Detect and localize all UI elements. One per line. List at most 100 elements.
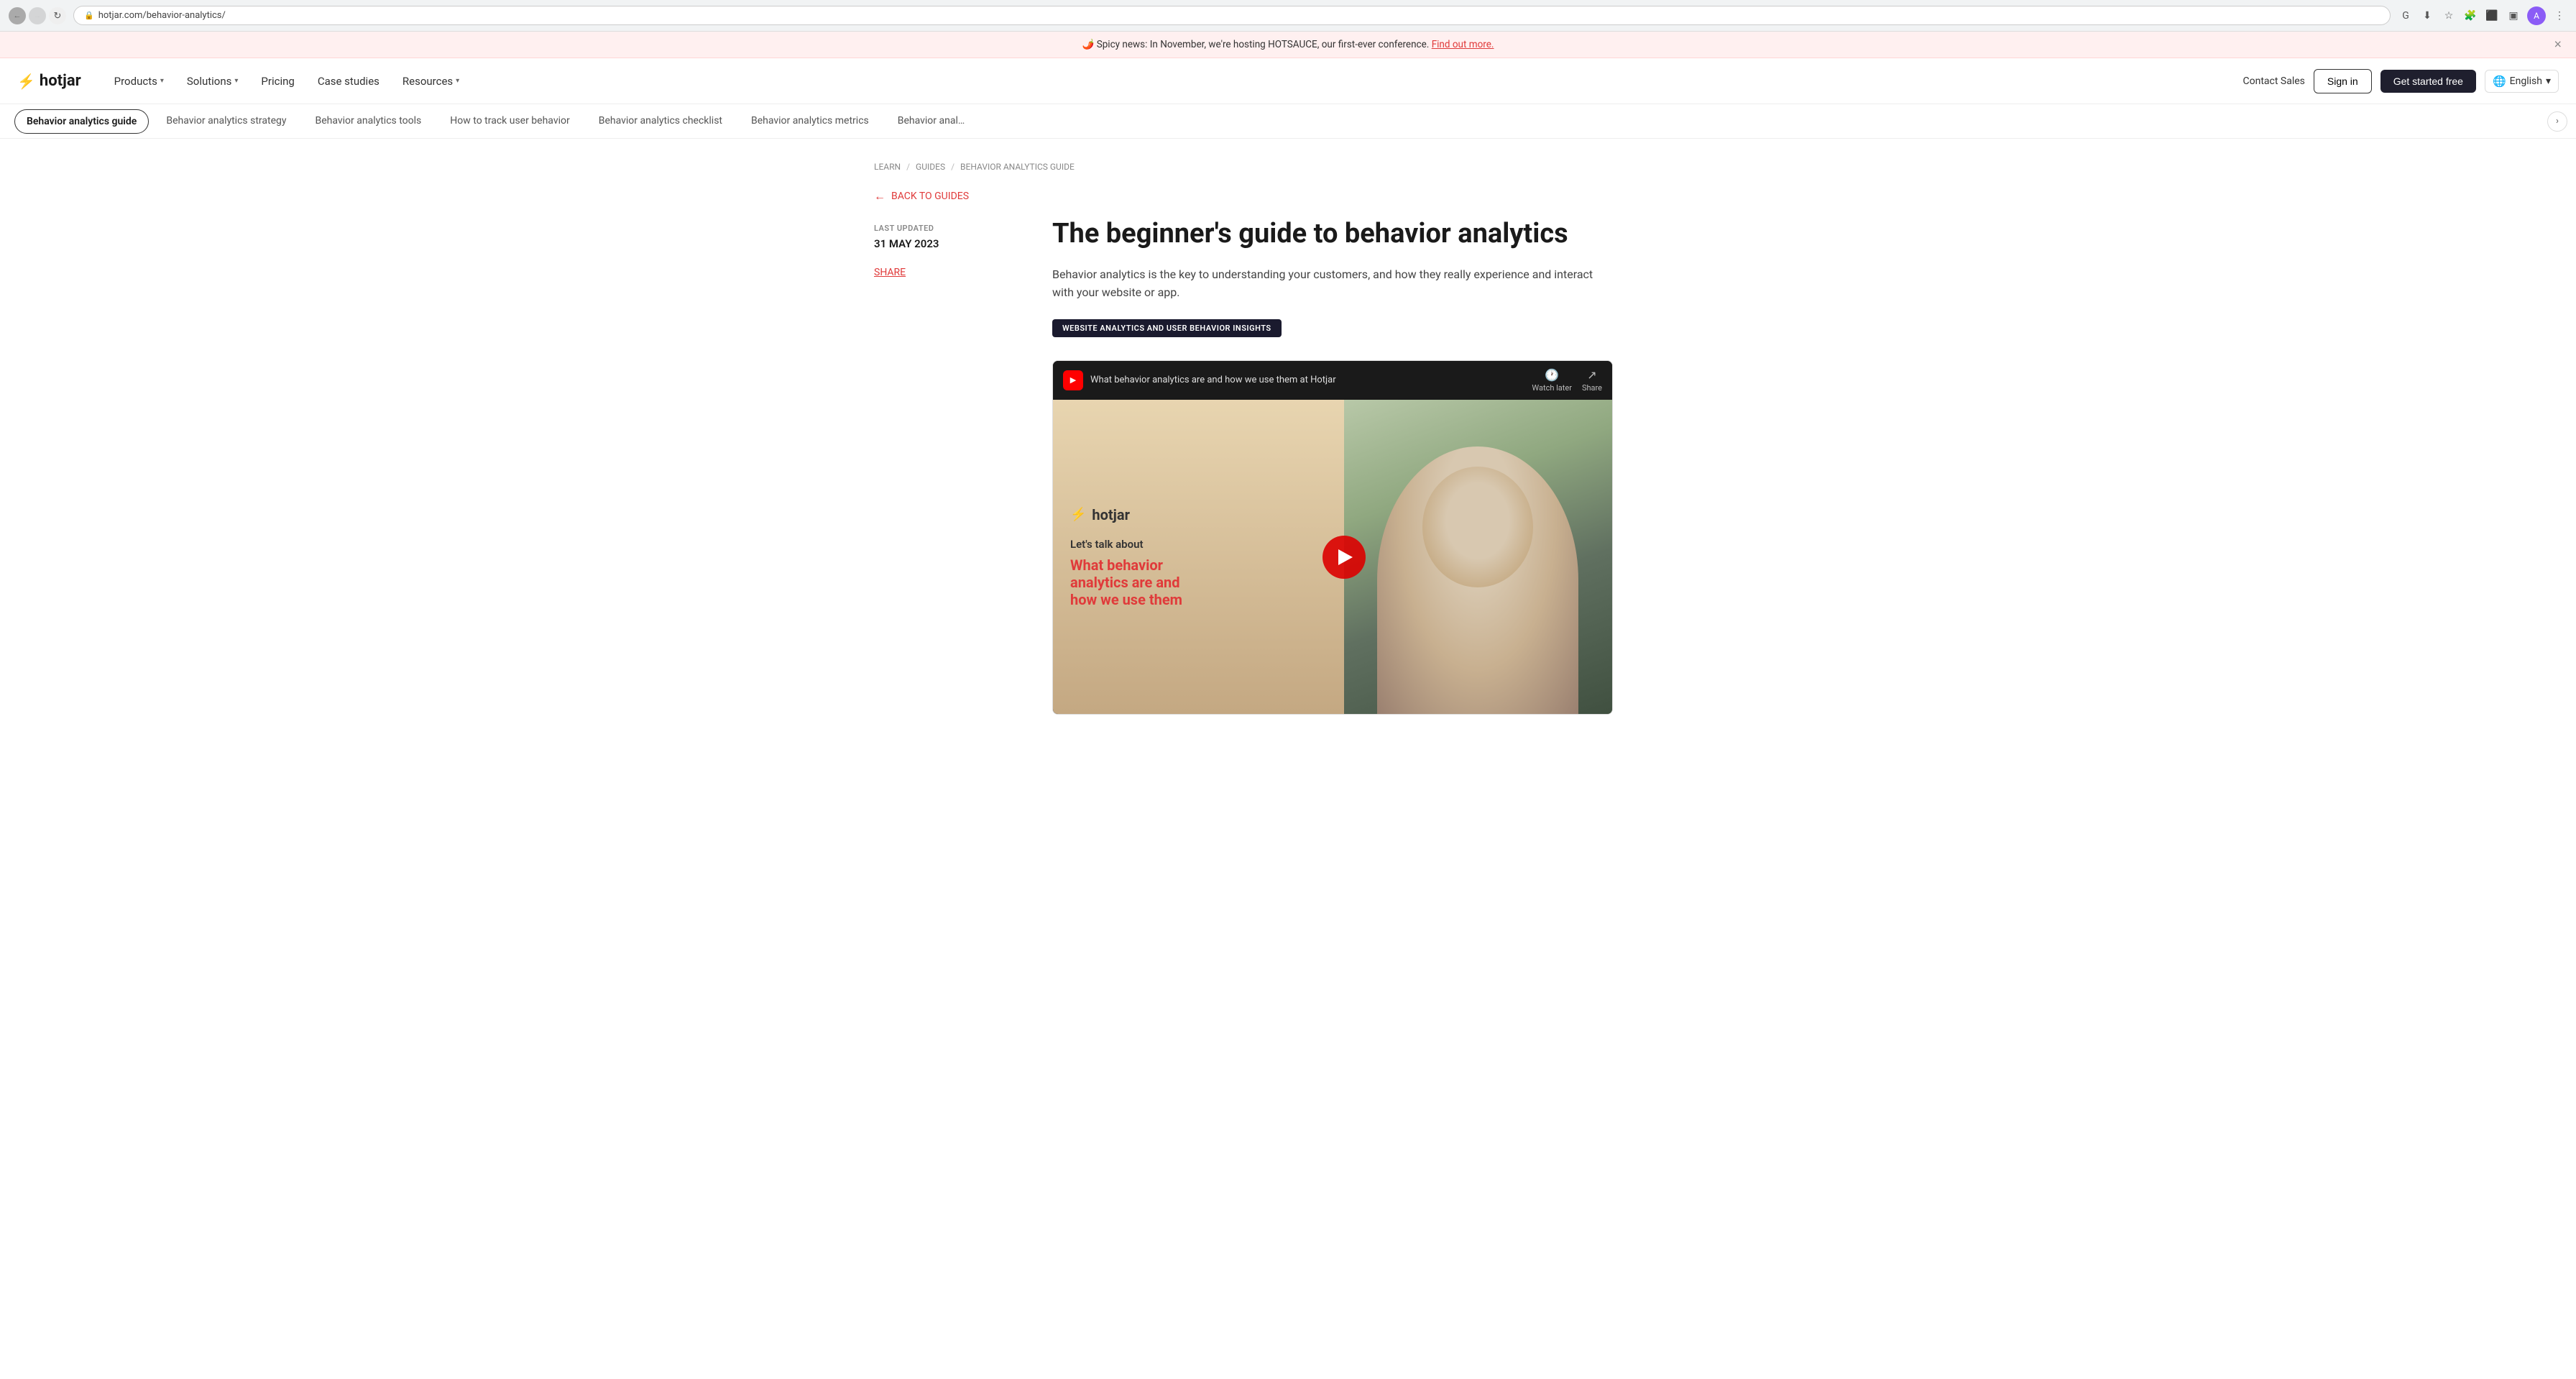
products-chevron: ▾ <box>160 77 164 85</box>
lock-icon: 🔒 <box>84 11 94 20</box>
sub-nav-item-checklist[interactable]: Behavior analytics checklist <box>584 104 737 139</box>
language-chevron: ▾ <box>2546 75 2551 87</box>
sidebar: LAST UPDATED 31 MAY 2023 SHARE <box>874 218 1018 715</box>
article-description: Behavior analytics is the key to underst… <box>1052 265 1613 302</box>
play-button[interactable] <box>1322 536 1366 579</box>
solutions-nav-link[interactable]: Solutions ▾ <box>177 69 249 93</box>
video-header-right: 🕐 Watch later ↗ Share <box>1532 368 1602 393</box>
breadcrumb-sep1: / <box>906 162 910 172</box>
back-link-label: BACK TO GUIDES <box>891 191 969 202</box>
video-person-area <box>1344 400 1612 715</box>
sub-nav: Behavior analytics guide Behavior analyt… <box>0 104 2576 139</box>
sub-nav-strategy-label: Behavior analytics strategy <box>166 115 286 127</box>
globe-icon: 🌐 <box>2493 75 2506 88</box>
pricing-nav-link[interactable]: Pricing <box>251 69 304 93</box>
breadcrumb: LEARN / GUIDES / BEHAVIOR ANALYTICS GUID… <box>874 162 1702 172</box>
reload-button[interactable]: ↻ <box>49 7 66 24</box>
logo[interactable]: ⚡ hotjar <box>17 72 81 90</box>
watch-later-action[interactable]: 🕐 Watch later <box>1532 368 1572 393</box>
sub-nav-item-metrics[interactable]: Behavior analytics metrics <box>737 104 883 139</box>
language-text: English <box>2510 75 2542 87</box>
download-icon[interactable]: ⬇ <box>2419 8 2435 24</box>
back-to-guides-link[interactable]: ← BACK TO GUIDES <box>874 189 1702 203</box>
sub-nav-guide-label: Behavior analytics guide <box>27 116 137 127</box>
extension-icon[interactable]: 🧩 <box>2462 8 2478 24</box>
share-icon: ↗ <box>1587 368 1596 382</box>
announcement-text: 🌶️ Spicy news: In November, we're hostin… <box>1082 39 1430 50</box>
share-link[interactable]: SHARE <box>874 267 906 278</box>
announcement-banner: 🌶️ Spicy news: In November, we're hostin… <box>0 32 2576 58</box>
sub-nav-item-guide[interactable]: Behavior analytics guide <box>14 109 149 134</box>
video-header: ▶ What behavior analytics are and how we… <box>1053 361 1612 400</box>
sub-nav-track-label: How to track user behavior <box>450 115 569 127</box>
cast-icon[interactable]: ⬛ <box>2484 8 2500 24</box>
youtube-logo: ▶ <box>1063 370 1083 390</box>
share-label: Share <box>1582 383 1602 393</box>
tab-icon[interactable]: ▣ <box>2506 8 2521 24</box>
back-arrow-icon: ← <box>874 189 886 203</box>
main-nav: ⚡ hotjar Products ▾ Solutions ▾ Pricing … <box>0 58 2576 104</box>
sub-nav-metrics-label: Behavior analytics metrics <box>751 115 869 127</box>
browser-right-icons: G ⬇ ☆ 🧩 ⬛ ▣ A ⋮ <box>2398 6 2567 25</box>
video-logo-text: hotjar <box>1092 506 1130 523</box>
watch-later-icon: 🕐 <box>1545 368 1559 382</box>
person-image <box>1344 400 1612 715</box>
content-layout: LAST UPDATED 31 MAY 2023 SHARE The begin… <box>874 218 1702 715</box>
video-logo: ⚡ hotjar <box>1070 506 1343 523</box>
bookmark-icon[interactable]: ☆ <box>2441 8 2457 24</box>
logo-icon: ⚡ <box>17 73 35 90</box>
menu-icon[interactable]: ⋮ <box>2552 8 2567 24</box>
sub-nav-arrow-button[interactable]: › <box>2547 111 2567 132</box>
nav-actions: Contact Sales Sign in Get started free 🌐… <box>2243 69 2559 93</box>
google-icon[interactable]: G <box>2398 8 2414 24</box>
breadcrumb-learn[interactable]: LEARN <box>874 162 901 172</box>
find-out-more-link[interactable]: Find out more. <box>1432 39 1494 50</box>
sub-nav-item-track[interactable]: How to track user behavior <box>436 104 584 139</box>
video-thumbnail[interactable]: ⚡ hotjar Let's talk about What behaviora… <box>1053 400 1612 715</box>
share-action[interactable]: ↗ Share <box>1582 368 1602 393</box>
sub-nav-items: Behavior analytics guide Behavior analyt… <box>12 104 2564 139</box>
back-button[interactable]: ← <box>9 7 26 24</box>
resources-nav-link[interactable]: Resources ▾ <box>392 69 469 93</box>
logo-text: hotjar <box>40 72 81 90</box>
browser-chrome: ← → ↻ 🔒 hotjar.com/behavior-analytics/ G… <box>0 0 2576 32</box>
video-subheadline: What behavioranalytics are andhow we use… <box>1070 556 1343 608</box>
forward-button[interactable]: → <box>29 7 46 24</box>
avatar[interactable]: A <box>2527 6 2546 25</box>
breadcrumb-sep2: / <box>951 162 954 172</box>
resources-chevron: ▾ <box>456 77 459 85</box>
contact-sales-link[interactable]: Contact Sales <box>2243 75 2305 87</box>
last-updated-date: 31 MAY 2023 <box>874 237 1018 250</box>
video-header-left: ▶ What behavior analytics are and how we… <box>1063 370 1336 390</box>
products-nav-link[interactable]: Products ▾ <box>104 69 174 93</box>
sub-nav-item-more[interactable]: Behavior anal… <box>883 104 980 139</box>
language-selector[interactable]: 🌐 English ▾ <box>2485 70 2559 93</box>
breadcrumb-guides[interactable]: GUIDES <box>916 162 945 172</box>
watch-later-label: Watch later <box>1532 383 1572 393</box>
nav-links: Products ▾ Solutions ▾ Pricing Case stud… <box>104 69 2243 93</box>
browser-nav-buttons: ← → ↻ <box>9 7 66 24</box>
url-text: hotjar.com/behavior-analytics/ <box>98 10 226 21</box>
last-updated-label: LAST UPDATED <box>874 224 1018 233</box>
close-banner-button[interactable]: × <box>2554 37 2562 52</box>
sub-nav-checklist-label: Behavior analytics checklist <box>599 115 722 127</box>
page-content: LEARN / GUIDES / BEHAVIOR ANALYTICS GUID… <box>857 139 1719 738</box>
video-thumbnail-content: ⚡ hotjar Let's talk about What behaviora… <box>1053 400 1361 715</box>
video-container[interactable]: ▶ What behavior analytics are and how we… <box>1052 360 1613 715</box>
sub-nav-item-tools[interactable]: Behavior analytics tools <box>300 104 436 139</box>
article-title: The beginner's guide to behavior analyti… <box>1052 218 1613 251</box>
sign-in-button[interactable]: Sign in <box>2314 69 2372 93</box>
solutions-chevron: ▾ <box>234 77 238 85</box>
video-headline: Let's talk about <box>1070 538 1343 551</box>
get-started-button[interactable]: Get started free <box>2380 70 2476 93</box>
address-bar[interactable]: 🔒 hotjar.com/behavior-analytics/ <box>73 6 2391 25</box>
main-content: The beginner's guide to behavior analyti… <box>1052 218 1613 715</box>
sub-nav-item-strategy[interactable]: Behavior analytics strategy <box>152 104 300 139</box>
sub-nav-tools-label: Behavior analytics tools <box>315 115 421 127</box>
video-logo-icon: ⚡ <box>1070 507 1086 522</box>
case-studies-nav-link[interactable]: Case studies <box>308 69 390 93</box>
tag-badge: WEBSITE ANALYTICS AND USER BEHAVIOR INSI… <box>1052 319 1282 337</box>
sub-nav-more-label: Behavior anal… <box>898 115 965 127</box>
breadcrumb-current: BEHAVIOR ANALYTICS GUIDE <box>960 162 1075 172</box>
video-title: What behavior analytics are and how we u… <box>1090 375 1336 385</box>
